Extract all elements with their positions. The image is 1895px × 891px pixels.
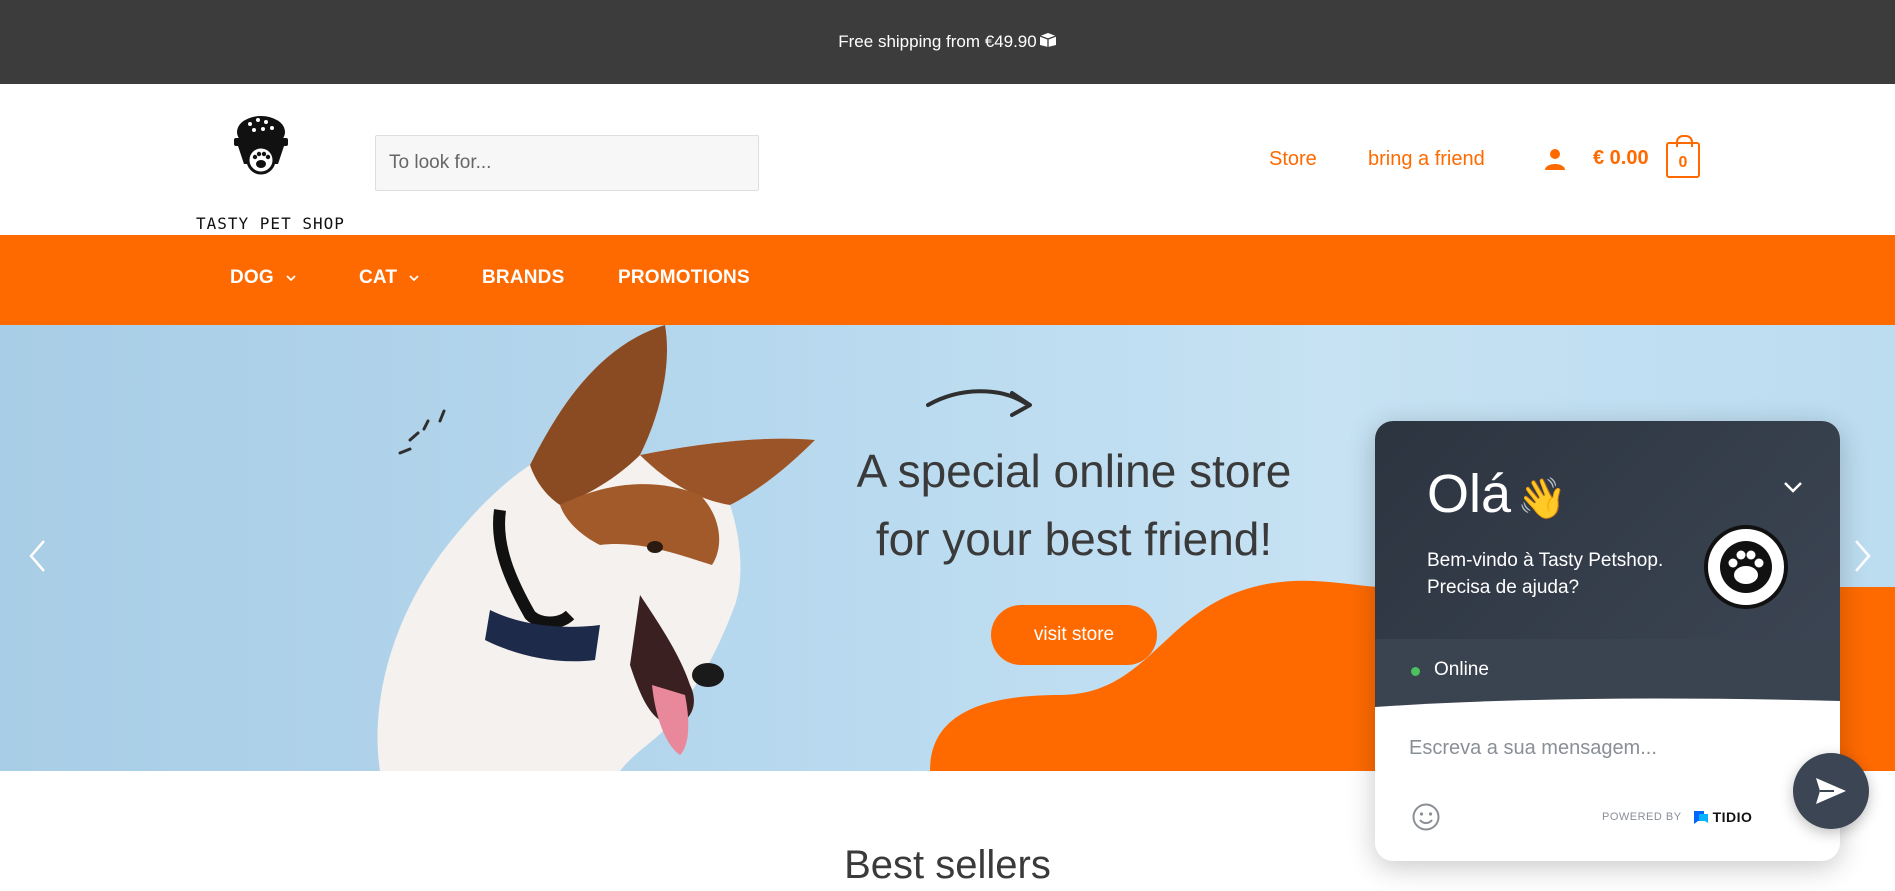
chevron-down-icon <box>286 275 296 282</box>
slider-next-arrow-icon[interactable] <box>1850 538 1874 574</box>
emoji-icon[interactable] <box>1411 802 1441 832</box>
slider-prev-arrow-icon[interactable] <box>26 538 50 574</box>
chat-message-line2: Precisa de ajuda? <box>1427 577 1580 598</box>
powered-by-text: POWERED BY <box>1602 811 1682 823</box>
nav-item-label: DOG <box>230 267 274 288</box>
chat-greeting: Olá 👋 <box>1427 463 1567 525</box>
main-navigation: DOG CAT BRANDS PROMOTIONS <box>0 235 1895 325</box>
nav-item-label: CAT <box>359 267 398 288</box>
site-header: TASTY PET SHOP Store bring a friend € 0.… <box>0 84 1895 235</box>
announcement-bar: Free shipping from €49.90 <box>0 0 1895 84</box>
store-link[interactable]: Store <box>1269 148 1317 171</box>
visit-store-button[interactable]: visit store <box>991 605 1157 665</box>
powered-by-tidio[interactable]: POWERED BY TIDIO <box>1602 809 1752 825</box>
nav-item-label: PROMOTIONS <box>618 267 750 288</box>
hero-title-line2: for your best friend! <box>875 513 1273 565</box>
hero-title-line1: A special online store <box>856 445 1292 497</box>
bring-a-friend-link[interactable]: bring a friend <box>1368 148 1485 171</box>
chat-divider-curve <box>1375 698 1840 719</box>
logo-bowl-icon <box>234 116 288 175</box>
nav-item-dog[interactable]: DOG <box>230 267 296 289</box>
nav-item-promotions[interactable]: PROMOTIONS <box>618 267 750 289</box>
waving-hand-icon: 👋 <box>1517 477 1567 521</box>
chat-greeting-text: Olá <box>1427 464 1512 524</box>
logo-text: TASTY PET SHOP <box>196 214 345 233</box>
search-input[interactable] <box>375 135 759 191</box>
chat-welcome-message: Bem-vindo à Tasty Petshop. Precisa de aj… <box>1427 547 1707 601</box>
nav-item-cat[interactable]: CAT <box>359 267 419 289</box>
hero-title: A special online store for your best fri… <box>820 437 1328 573</box>
online-status-dot <box>1411 667 1420 676</box>
chat-status-text: Online <box>1434 659 1489 680</box>
chat-send-button[interactable] <box>1793 753 1869 829</box>
box-icon <box>1039 32 1057 53</box>
cart-count: 0 <box>1678 154 1688 171</box>
paw-icon <box>1720 541 1772 593</box>
nav-item-brands[interactable]: BRANDS <box>482 267 564 289</box>
chevron-down-icon <box>409 275 419 282</box>
chat-header: Olá 👋 Bem-vindo à Tasty Petshop. Precisa … <box>1375 421 1840 707</box>
cart-bag-icon[interactable]: 0 <box>1666 135 1700 178</box>
site-logo[interactable]: TASTY PET SHOP <box>196 110 344 233</box>
chevron-down-icon[interactable] <box>1781 475 1805 499</box>
chat-widget: Olá 👋 Bem-vindo à Tasty Petshop. Precisa … <box>1375 421 1840 861</box>
tidio-brand-text: TIDIO <box>1712 809 1753 825</box>
chat-avatar <box>1704 525 1788 609</box>
tidio-logo-icon <box>1693 811 1708 824</box>
nav-item-label: BRANDS <box>482 267 565 288</box>
cart-total[interactable]: € 0.00 <box>1593 147 1649 170</box>
send-icon <box>1816 778 1846 804</box>
announcement-text: Free shipping from €49.90 <box>838 32 1037 51</box>
user-account-icon[interactable] <box>1543 147 1567 171</box>
chat-message-input[interactable] <box>1409 737 1789 760</box>
chat-message-line1: Bem-vindo à Tasty Petshop. <box>1427 550 1664 571</box>
